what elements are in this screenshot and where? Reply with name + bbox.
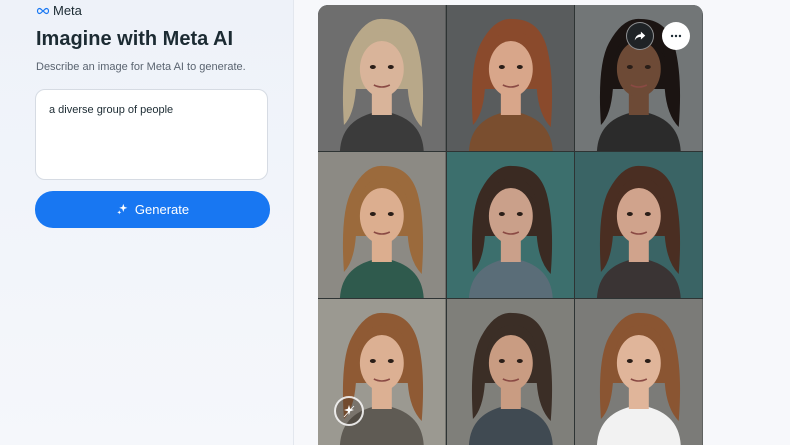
portrait-image <box>318 5 446 151</box>
imagined-with-ai-watermark <box>334 396 364 426</box>
portrait-image <box>318 152 446 298</box>
portrait-image <box>575 152 703 298</box>
meta-logo: Meta <box>36 3 82 18</box>
portrait-tile <box>575 299 703 445</box>
generate-label: Generate <box>134 202 190 217</box>
share-button[interactable] <box>626 22 654 50</box>
page-subtitle: Describe an image for Meta AI to generat… <box>36 61 246 73</box>
portrait-image <box>318 299 446 445</box>
portrait-tile <box>575 152 703 298</box>
prompt-text: a diverse group of people <box>49 104 174 116</box>
left-panel: Meta Imagine with Meta AI Describe an im… <box>0 0 293 445</box>
portrait-image <box>575 299 703 445</box>
portrait-tile <box>318 152 446 298</box>
generated-image-grid[interactable] <box>318 5 703 445</box>
generate-button[interactable]: Generate <box>35 191 270 228</box>
portrait-image <box>446 5 575 151</box>
more-options-icon <box>670 34 682 38</box>
portrait-tile <box>446 299 575 445</box>
portrait-tile <box>318 5 446 151</box>
more-options-button[interactable] <box>662 22 690 50</box>
portrait-tile <box>318 299 446 445</box>
page-title: Imagine with Meta AI <box>36 28 234 50</box>
prompt-input[interactable]: a diverse group of people <box>35 89 268 180</box>
portrait-image <box>446 152 575 298</box>
sparkle-watermark-icon <box>343 405 355 418</box>
portrait-image <box>446 299 575 445</box>
meta-infinity-icon <box>36 7 50 14</box>
portrait-tile <box>446 152 575 298</box>
sparkle-icon <box>117 203 128 215</box>
meta-logo-text: Meta <box>53 3 82 18</box>
share-icon <box>634 31 646 41</box>
portrait-tile <box>446 5 575 151</box>
